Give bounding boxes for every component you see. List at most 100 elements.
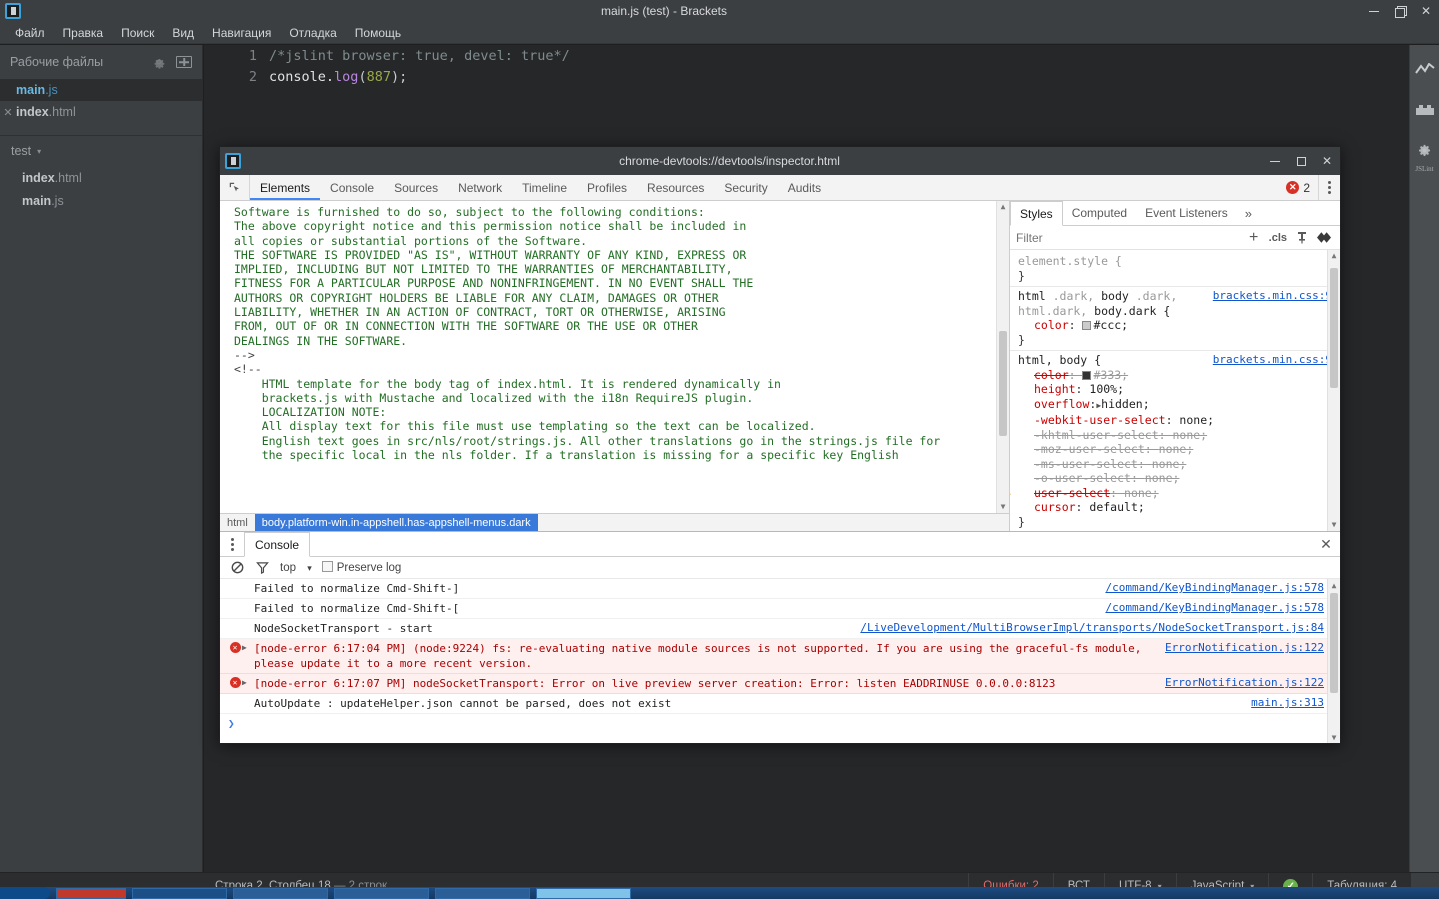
- css-rules-list[interactable]: element.style { } html .dark, body .dark…: [1010, 250, 1340, 531]
- css-declaration[interactable]: -moz-user-select: none;: [1018, 442, 1332, 457]
- log-source-link[interactable]: /command/KeyBindingManager.js:578: [1095, 601, 1324, 614]
- tab-console[interactable]: Console: [320, 175, 384, 200]
- log-source-link[interactable]: ErrorNotification.js:122: [1155, 676, 1324, 689]
- log-source-link[interactable]: ErrorNotification.js:122: [1155, 641, 1324, 654]
- tab-audits[interactable]: Audits: [778, 175, 831, 200]
- css-rule-element-style[interactable]: element.style { }: [1010, 252, 1340, 287]
- devtools-more-menu-icon[interactable]: [1318, 175, 1340, 200]
- css-declaration[interactable]: -o-user-select: none;: [1018, 471, 1332, 486]
- css-rule-html-body[interactable]: html, body { brackets.min.css:9 color: #…: [1010, 351, 1340, 531]
- taskbar-item[interactable]: [132, 887, 227, 899]
- scroll-down-icon[interactable]: ▼: [1328, 519, 1340, 531]
- tab-profiles[interactable]: Profiles: [577, 175, 637, 200]
- new-style-rule-icon[interactable]: +: [1244, 229, 1264, 247]
- css-declaration[interactable]: overflow:▶hidden;: [1018, 397, 1332, 414]
- console-error-row[interactable]: ✕ ▶ [node-error 6:17:07 PM] nodeSocketTr…: [220, 674, 1340, 694]
- tab-computed[interactable]: Computed: [1063, 201, 1136, 225]
- inspect-element-icon[interactable]: [220, 175, 250, 200]
- color-scheme-icon[interactable]: [1314, 232, 1334, 243]
- open-file-main-js[interactable]: main .js: [0, 79, 202, 101]
- styles-more-icon[interactable]: »: [1237, 201, 1260, 225]
- tab-security[interactable]: Security: [714, 175, 777, 200]
- console-log-row[interactable]: Failed to normalize Cmd-Shift-] /command…: [220, 579, 1340, 599]
- taskbar-item[interactable]: [536, 887, 631, 899]
- devtools-maximize-button[interactable]: [1288, 150, 1314, 172]
- css-rule-dark[interactable]: html .dark, body .dark, brackets.min.css…: [1010, 287, 1340, 351]
- dom-scrollbar[interactable]: ▲ ▼: [996, 201, 1009, 513]
- console-context-selector[interactable]: top ▾: [280, 562, 312, 574]
- menu-file[interactable]: Файл: [6, 23, 54, 43]
- taskbar-item[interactable]: [233, 887, 328, 899]
- console-error-row[interactable]: ✕ ▶ [node-error 6:17:04 PM] (node:9224) …: [220, 639, 1340, 674]
- scroll-down-icon[interactable]: ▼: [1328, 731, 1340, 743]
- scroll-up-icon[interactable]: ▲: [1328, 579, 1340, 591]
- log-source-link[interactable]: /LiveDevelopment/MultiBrowserImpl/transp…: [850, 621, 1324, 634]
- menu-view[interactable]: Вид: [163, 23, 203, 43]
- drawer-tab-console[interactable]: Console: [244, 532, 311, 557]
- jslint-gear-icon[interactable]: [1414, 139, 1436, 161]
- scrollbar-thumb[interactable]: [999, 331, 1007, 436]
- color-swatch[interactable]: [1082, 370, 1092, 380]
- styles-scrollbar[interactable]: ▲ ▼: [1327, 250, 1340, 531]
- console-scrollbar[interactable]: ▲ ▼: [1327, 579, 1340, 743]
- scrollbar-thumb[interactable]: [1330, 593, 1338, 693]
- css-declaration[interactable]: height: 100%;: [1018, 382, 1332, 397]
- breadcrumb-item-html[interactable]: html: [220, 514, 255, 532]
- maximize-button[interactable]: [1387, 0, 1413, 22]
- menu-find[interactable]: Поиск: [112, 23, 163, 43]
- preserve-log-checkbox[interactable]: Preserve log: [321, 561, 401, 574]
- log-source-link[interactable]: main.js:313: [1241, 696, 1324, 709]
- breadcrumb-item-body[interactable]: body.platform-win.in-appshell.has-appshe…: [254, 513, 538, 532]
- css-declaration[interactable]: cursor: default;: [1018, 500, 1332, 515]
- close-button[interactable]: ✕: [1413, 0, 1439, 22]
- menu-navigate[interactable]: Навигация: [203, 23, 280, 43]
- filter-icon[interactable]: [255, 560, 270, 575]
- log-source-link[interactable]: /command/KeyBindingManager.js:578: [1095, 581, 1324, 594]
- menu-help[interactable]: Помощь: [346, 23, 410, 43]
- tab-sources[interactable]: Sources: [384, 175, 448, 200]
- tab-styles[interactable]: Styles: [1010, 201, 1063, 226]
- css-declaration[interactable]: color: #333;: [1018, 368, 1332, 383]
- css-declaration[interactable]: color: #ccc;: [1018, 318, 1332, 333]
- menu-edit[interactable]: Правка: [54, 23, 113, 43]
- log-expand-triangle-icon[interactable]: ▶: [242, 641, 252, 652]
- console-log-row[interactable]: AutoUpdate : updateHelper.json cannot be…: [220, 694, 1340, 714]
- console-log-row[interactable]: NodeSocketTransport - start /LiveDevelop…: [220, 619, 1340, 639]
- minimize-button[interactable]: [1361, 0, 1387, 22]
- extension-manager-icon[interactable]: [1414, 99, 1436, 121]
- taskbar-item[interactable]: [435, 887, 530, 899]
- css-declaration-warned[interactable]: ⚠user-select: none;: [1010, 486, 1332, 501]
- devtools-close-button[interactable]: ✕: [1314, 150, 1340, 172]
- scroll-down-icon[interactable]: ▼: [997, 501, 1009, 513]
- taskbar-item[interactable]: [334, 887, 429, 899]
- project-selector[interactable]: test ▾: [0, 136, 202, 166]
- console-log-row[interactable]: Failed to normalize Cmd-Shift-[ /command…: [220, 599, 1340, 619]
- scrollbar-thumb[interactable]: [1330, 268, 1338, 388]
- css-declaration[interactable]: -webkit-user-select: none;: [1018, 413, 1332, 428]
- scroll-up-icon[interactable]: ▲: [1328, 250, 1340, 262]
- tab-event-listeners[interactable]: Event Listeners: [1136, 201, 1237, 225]
- toggle-class-button[interactable]: .cls: [1266, 232, 1290, 244]
- live-preview-icon[interactable]: [1414, 59, 1436, 81]
- dom-tree-view[interactable]: Software is furnished to do so, subject …: [220, 201, 1009, 513]
- checkbox-box[interactable]: [321, 561, 333, 572]
- clear-console-icon[interactable]: [230, 560, 245, 575]
- css-declaration[interactable]: -khtml-user-select: none;: [1018, 428, 1332, 443]
- devtools-minimize-button[interactable]: [1262, 150, 1288, 172]
- drawer-close-icon[interactable]: ✕: [1312, 532, 1340, 556]
- rule-source-link[interactable]: brackets.min.css:9: [1213, 353, 1332, 368]
- scroll-up-icon[interactable]: ▲: [997, 201, 1009, 213]
- drawer-more-menu-icon[interactable]: [220, 532, 244, 556]
- styles-filter-input[interactable]: [1016, 230, 1242, 245]
- tab-elements[interactable]: Elements: [250, 175, 320, 200]
- tab-network[interactable]: Network: [448, 175, 512, 200]
- taskbar-item[interactable]: [56, 887, 126, 899]
- console-prompt[interactable]: ❯: [220, 714, 1340, 733]
- color-swatch[interactable]: [1082, 321, 1092, 330]
- pin-icon[interactable]: [1292, 231, 1312, 244]
- gear-icon[interactable]: [152, 55, 166, 69]
- tree-item-index-html[interactable]: index .html: [0, 166, 202, 189]
- open-file-index-html[interactable]: ✕ index .html: [0, 101, 202, 123]
- start-button[interactable]: [0, 887, 50, 899]
- menu-debug[interactable]: Отладка: [280, 23, 345, 43]
